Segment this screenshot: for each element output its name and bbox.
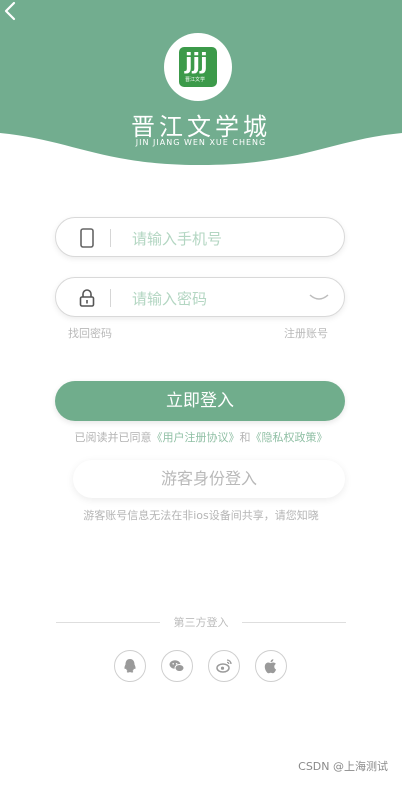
phone-icon [80,228,94,248]
header: jjj 晋江文学 晋江文学城 JIN JIANG WEN XUE CHENG [0,0,402,170]
wechat-login-button[interactable] [161,650,193,682]
password-placeholder: 请输入密码 [132,290,208,308]
weibo-login-button[interactable] [208,650,240,682]
hide-password-icon[interactable] [308,292,330,304]
weibo-icon [216,659,232,673]
wechat-icon [169,660,185,672]
privacy-policy-link[interactable]: 《隐私权政策》 [251,431,328,444]
login-button[interactable]: 立即登入 [55,381,345,421]
agreement-text: 已阅读并已同意《用户注册协议》和《隐私权政策》 [0,429,402,445]
qq-login-button[interactable] [114,650,146,682]
app-logo: jjj 晋江文学 [164,33,232,101]
brand-subtitle: JIN JIANG WEN XUE CHENG [135,138,267,147]
logo-small-text: 晋江文学 [185,77,206,83]
logo-mark: jjj [185,50,208,75]
password-field[interactable]: 请输入密码 [55,277,345,317]
guest-login-button[interactable]: 游客身份登入 [73,460,345,498]
phone-field[interactable]: 请输入手机号 [55,217,345,257]
agreement-and: 和 [239,431,251,444]
register-link[interactable]: 注册账号 [284,325,328,341]
user-agreement-link[interactable]: 《用户注册协议》 [152,431,240,444]
guest-note: 游客账号信息无法在非ios设备间共享，请您知晓 [83,509,319,522]
back-arrow-icon[interactable] [0,0,22,22]
lock-icon [79,289,95,307]
logo-badge: jjj 晋江文学 [179,47,217,87]
watermark: CSDN @上海测试 [298,760,388,773]
password-field-divider [110,289,111,307]
forgot-password-link[interactable]: 找回密码 [68,325,112,341]
phone-field-divider [110,229,111,247]
phone-placeholder: 请输入手机号 [132,230,223,248]
qq-icon [124,659,136,673]
third-party-label: 第三方登入 [173,616,229,629]
apple-icon [264,659,277,674]
agreement-prefix: 已阅读并已同意 [74,431,152,444]
apple-login-button[interactable] [255,650,287,682]
brand-title: 晋江文学城 [131,113,271,141]
